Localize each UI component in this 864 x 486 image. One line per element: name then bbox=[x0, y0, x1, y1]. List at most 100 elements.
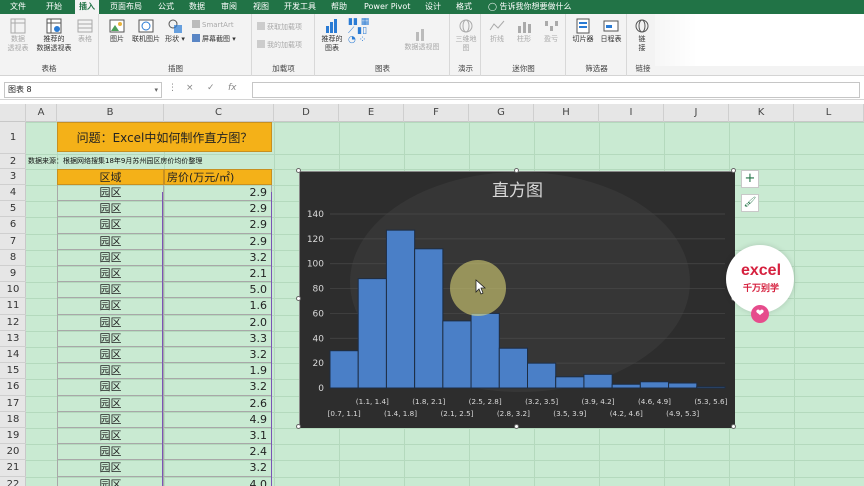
region-cell[interactable]: 园区 bbox=[57, 266, 164, 283]
row-header[interactable]: 22 bbox=[0, 477, 26, 486]
column-header[interactable]: F bbox=[404, 104, 469, 122]
resize-handle[interactable] bbox=[514, 168, 519, 173]
price-cell[interactable]: 3.2 bbox=[164, 249, 272, 266]
column-header[interactable]: K bbox=[729, 104, 794, 122]
row-header[interactable]: 10 bbox=[0, 282, 26, 299]
tab-developer[interactable]: 开发工具 bbox=[284, 0, 316, 14]
recommended-pivot-button[interactable]: 推荐的 数据透视表 bbox=[34, 18, 74, 53]
tell-me-search[interactable]: ◯ 告诉我你想要做什么 bbox=[488, 0, 572, 14]
pivot-table-button[interactable]: 数据 透视表 bbox=[4, 18, 32, 53]
row-header[interactable]: 19 bbox=[0, 428, 26, 445]
resize-handle[interactable] bbox=[514, 424, 519, 429]
price-cell[interactable]: 5.0 bbox=[164, 282, 272, 299]
my-addins-button[interactable]: 我的加载项 bbox=[257, 40, 302, 50]
formula-input[interactable] bbox=[252, 82, 860, 98]
price-cell[interactable]: 2.9 bbox=[164, 233, 272, 250]
row-header[interactable]: 14 bbox=[0, 347, 26, 364]
region-cell[interactable]: 园区 bbox=[57, 185, 164, 202]
shapes-button[interactable]: 形状 ▾ bbox=[164, 18, 186, 44]
row-header[interactable]: 5 bbox=[0, 201, 26, 218]
region-cell[interactable]: 园区 bbox=[57, 298, 164, 315]
chart-elements-button[interactable]: + bbox=[741, 170, 759, 188]
tab-insert[interactable]: 插入 bbox=[75, 0, 99, 14]
column-header[interactable]: L bbox=[794, 104, 864, 122]
sparkline-line-button[interactable]: 折线 bbox=[484, 18, 510, 44]
screenshot-button[interactable]: 屏幕截图 ▾ bbox=[192, 34, 236, 44]
price-cell[interactable]: 2.0 bbox=[164, 314, 272, 331]
price-cell[interactable]: 1.6 bbox=[164, 298, 272, 315]
row-header[interactable]: 20 bbox=[0, 444, 26, 461]
region-cell[interactable]: 园区 bbox=[57, 233, 164, 250]
column-header[interactable]: E bbox=[339, 104, 404, 122]
row-header[interactable]: 11 bbox=[0, 298, 26, 315]
row-header[interactable]: 3 bbox=[0, 169, 26, 185]
source-cell[interactable]: 数据来源：根据网络搜集18年9月苏州园区房价均价整理 bbox=[26, 154, 272, 169]
region-cell[interactable]: 园区 bbox=[57, 201, 164, 218]
column-header[interactable]: A bbox=[26, 104, 57, 122]
tab-formulas[interactable]: 公式 bbox=[158, 0, 174, 14]
resize-handle[interactable] bbox=[296, 424, 301, 429]
tab-power-pivot[interactable]: Power Pivot bbox=[364, 0, 410, 14]
header-price-cell[interactable]: 房价(万元/㎡) bbox=[164, 169, 272, 185]
tab-review[interactable]: 审阅 bbox=[221, 0, 237, 14]
timeline-button[interactable]: 日程表 bbox=[597, 18, 625, 44]
slicer-button[interactable]: 切片器 bbox=[569, 18, 597, 44]
region-cell[interactable]: 园区 bbox=[57, 363, 164, 380]
smartart-button[interactable]: SmartArt bbox=[192, 20, 234, 30]
region-cell[interactable]: 园区 bbox=[57, 460, 164, 477]
price-cell[interactable]: 2.1 bbox=[164, 266, 272, 283]
sparkline-column-button[interactable]: 柱形 bbox=[511, 18, 537, 44]
title-cell[interactable]: 问题：Excel中如何制作直方图？ bbox=[57, 122, 272, 152]
column-header[interactable]: C bbox=[164, 104, 274, 122]
chart-styles-button[interactable]: 🖌 bbox=[741, 194, 759, 212]
resize-handle[interactable] bbox=[296, 296, 301, 301]
name-box[interactable]: 图表 8 ▾ bbox=[4, 82, 162, 98]
row-header[interactable]: 2 bbox=[0, 154, 26, 169]
row-header[interactable]: 8 bbox=[0, 250, 26, 266]
price-cell[interactable]: 2.9 bbox=[164, 185, 272, 202]
row-header[interactable]: 16 bbox=[0, 379, 26, 396]
region-cell[interactable]: 园区 bbox=[57, 217, 164, 234]
link-button[interactable]: 链 接 bbox=[630, 18, 654, 53]
row-header[interactable]: 18 bbox=[0, 412, 26, 428]
resize-handle[interactable] bbox=[296, 168, 301, 173]
column-header[interactable]: J bbox=[664, 104, 729, 122]
region-cell[interactable]: 园区 bbox=[57, 428, 164, 445]
region-cell[interactable]: 园区 bbox=[57, 249, 164, 266]
column-header[interactable]: G bbox=[469, 104, 534, 122]
price-cell[interactable]: 3.3 bbox=[164, 330, 272, 347]
region-cell[interactable]: 园区 bbox=[57, 476, 164, 486]
tab-home[interactable]: 开始 bbox=[46, 0, 62, 14]
row-header[interactable]: 4 bbox=[0, 185, 26, 202]
pivot-chart-button[interactable]: 数据透视图 bbox=[400, 26, 444, 52]
cancel-icon[interactable]: × bbox=[186, 83, 194, 93]
select-all-corner[interactable] bbox=[0, 104, 26, 122]
table-button[interactable]: 表格 bbox=[74, 18, 96, 44]
price-cell[interactable]: 2.9 bbox=[164, 201, 272, 218]
price-cell[interactable]: 3.2 bbox=[164, 347, 272, 364]
histogram-chart[interactable]: 直方图 0 20 40 60 80 100 120 140 [0.7, 1.1] (1.1, 1.4… bbox=[299, 171, 735, 428]
price-cell[interactable]: 4.0 bbox=[164, 476, 272, 486]
region-cell[interactable]: 园区 bbox=[57, 347, 164, 364]
price-cell[interactable]: 3.1 bbox=[164, 428, 272, 445]
column-header[interactable]: D bbox=[274, 104, 339, 122]
enter-icon[interactable]: ✓ bbox=[207, 83, 215, 93]
recommended-charts-button[interactable]: 推荐的 图表 bbox=[318, 18, 346, 53]
tab-design[interactable]: 设计 bbox=[425, 0, 441, 14]
row-header[interactable]: 1 bbox=[0, 122, 26, 154]
function-icon[interactable]: fx bbox=[228, 83, 237, 93]
row-header[interactable]: 6 bbox=[0, 217, 26, 234]
price-cell[interactable]: 3.2 bbox=[164, 460, 272, 477]
region-cell[interactable]: 园区 bbox=[57, 379, 164, 396]
price-cell[interactable]: 1.9 bbox=[164, 363, 272, 380]
resize-handle[interactable] bbox=[731, 424, 736, 429]
sparkline-winloss-button[interactable]: 盈亏 bbox=[538, 18, 564, 44]
chart-type-gallery[interactable]: ▮▮ ▦ ⟋ ▮▯ ◔ ⁘ bbox=[348, 18, 392, 45]
row-header[interactable]: 7 bbox=[0, 234, 26, 250]
region-cell[interactable]: 园区 bbox=[57, 395, 164, 412]
tab-help[interactable]: 帮助 bbox=[331, 0, 347, 14]
header-region-cell[interactable]: 区域 bbox=[57, 169, 164, 185]
row-header[interactable]: 15 bbox=[0, 363, 26, 380]
chevron-down-icon[interactable]: ▾ bbox=[154, 83, 158, 97]
region-cell[interactable]: 园区 bbox=[57, 411, 164, 428]
